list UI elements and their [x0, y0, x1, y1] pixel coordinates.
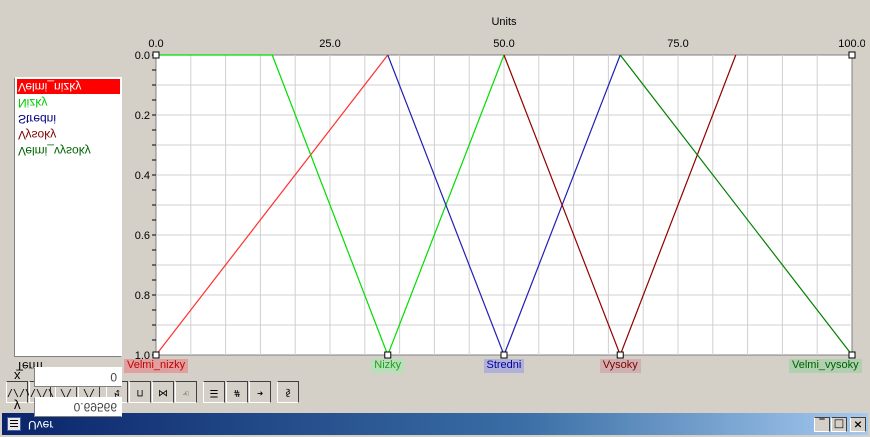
tool-button-b[interactable]: ⊓ [129, 381, 151, 403]
app-icon [7, 417, 21, 431]
grid-button[interactable]: # [226, 381, 248, 403]
x-tick-label: 25.0 [319, 38, 340, 50]
control-point [384, 351, 392, 359]
help-button[interactable]: § [277, 381, 299, 403]
maximize-button[interactable]: □ [831, 417, 847, 432]
y-tick-label: 0.0 [135, 50, 150, 62]
window-title: Uver [28, 418, 54, 432]
x-tick-label: 75.0 [667, 38, 688, 50]
control-point [152, 51, 160, 59]
control-point [848, 351, 856, 359]
term-item[interactable]: Velmi_vysoky [17, 143, 120, 158]
hand-button[interactable]: ☜ [175, 381, 197, 403]
y-value-field[interactable]: 0.69566 [34, 397, 122, 417]
control-point [848, 51, 856, 59]
control-point [500, 351, 508, 359]
control-point [616, 351, 624, 359]
term-item[interactable]: Velmi_nizky [17, 79, 120, 94]
mf-term-tag[interactable]: Velmi_nizky [124, 359, 189, 373]
mf-term-tag[interactable]: Vysoky [599, 359, 641, 373]
x-value-field[interactable]: 0 [34, 367, 122, 387]
x-tick-label: 100.0 [838, 38, 865, 50]
arrow-button[interactable]: ➜ [249, 381, 271, 403]
term-item[interactable]: Nizky [17, 95, 120, 110]
x-tick-label: 0.0 [148, 38, 163, 50]
y-tick-label: 0.2 [135, 110, 150, 122]
mf-term-tag[interactable]: Stredni [483, 359, 525, 373]
term-item[interactable]: Stredni [17, 111, 120, 126]
tool-button-c[interactable]: ⋈ [152, 381, 174, 403]
mf-term-tag[interactable]: Velmi_vysoky [789, 359, 862, 373]
mf-term-tag[interactable]: Nizky [371, 359, 405, 373]
title-bar[interactable]: Uver _ □ × [2, 413, 868, 435]
control-point [152, 351, 160, 359]
membership-chart[interactable]: 0.0 25.0 50.0 75.0 100.00.00.20.40.60.81.0Un… [120, 7, 865, 367]
close-button[interactable]: × [850, 417, 866, 432]
list-button[interactable]: ☰ [203, 381, 225, 403]
y-tick-label: 0.6 [135, 230, 150, 242]
x-label: x [14, 369, 21, 384]
x-axis-label: Units [491, 16, 517, 28]
term-list[interactable]: Velmi_nizky Nizky Stredni Vysoky Velmi_vysok… [14, 77, 122, 357]
y-tick-label: 0.4 [135, 170, 150, 182]
y-label: y [14, 399, 21, 414]
x-tick-label: 50.0 [493, 38, 514, 50]
y-tick-label: 0.8 [135, 290, 150, 302]
minimize-button[interactable]: _ [814, 417, 830, 432]
term-item[interactable]: Vysoky [17, 127, 120, 142]
